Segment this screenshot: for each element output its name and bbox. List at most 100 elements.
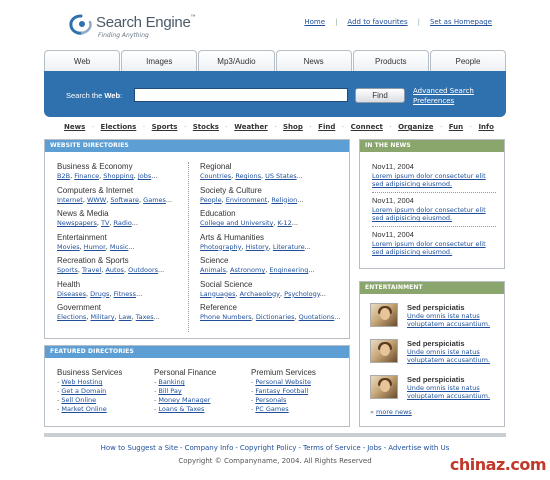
quicknav-stocks[interactable]: Stocks: [193, 123, 219, 131]
news-link[interactable]: Lorem ipsum dolor consectetur elit sed a…: [372, 172, 496, 188]
quicknav-news[interactable]: News: [64, 123, 85, 131]
directory-link-jobs[interactable]: Jobs: [138, 172, 151, 180]
directory-link-outdoors[interactable]: Outdoors: [128, 266, 158, 274]
directory-link-languages[interactable]: Languages: [200, 290, 235, 298]
featured-link-fantasy-football[interactable]: Fantasy Football: [255, 387, 308, 395]
featured-link-market-online[interactable]: Market Online: [61, 405, 106, 413]
directory-link-games[interactable]: Games: [143, 196, 166, 204]
entertainment-link[interactable]: Unde omnis iste natus voluptatem accusan…: [407, 384, 497, 400]
quicknav-sports[interactable]: Sports: [152, 123, 178, 131]
directory-link-engineering[interactable]: Engineering: [269, 266, 308, 274]
tab-mp3-audio[interactable]: Mp3/Audio: [198, 50, 275, 71]
directory-link-travel[interactable]: Travel: [82, 266, 101, 274]
directory-link-military[interactable]: Military: [90, 313, 114, 321]
directory-link-shopping[interactable]: Shopping: [103, 172, 134, 180]
quicknav-weather[interactable]: Weather: [234, 123, 267, 131]
directory-link-psychology[interactable]: Psychology: [284, 290, 320, 298]
featured-link-web-hosting[interactable]: Web Hosting: [61, 378, 102, 386]
directory-link-radio[interactable]: Radio: [114, 219, 132, 227]
entertainment-link[interactable]: Unde omnis iste natus voluptatem accusan…: [407, 312, 497, 328]
featured-link-sell-online[interactable]: Sell Online: [61, 396, 96, 404]
preferences-link[interactable]: Preferences: [413, 96, 474, 106]
directory-link-finance[interactable]: Finance: [74, 172, 99, 180]
featured-link-bill-pay[interactable]: Bill Pay: [158, 387, 181, 395]
person-photo[interactable]: [370, 303, 398, 327]
tab-images[interactable]: Images: [121, 50, 198, 71]
advanced-search-link[interactable]: Advanced Search: [413, 86, 474, 96]
footer-link-company-info[interactable]: Company Info: [185, 444, 234, 452]
directory-link-quotations[interactable]: Quotations: [299, 313, 335, 321]
quicknav-fun[interactable]: Fun: [449, 123, 463, 131]
person-photo[interactable]: [370, 339, 398, 363]
logo[interactable]: Search Engine™ Finding Anything: [68, 12, 208, 42]
directory-link-elections[interactable]: Elections: [57, 313, 86, 321]
featured-link-personals[interactable]: Personals: [255, 396, 286, 404]
quicknav-connect[interactable]: Connect: [351, 123, 383, 131]
featured-link-loans-taxes[interactable]: Loans & Taxes: [158, 405, 204, 413]
directory-link-countries[interactable]: Countries: [200, 172, 231, 180]
directory-link-regions[interactable]: Regions: [235, 172, 261, 180]
quicknav-elections[interactable]: Elections: [101, 123, 137, 131]
news-link[interactable]: Lorem ipsum dolor consectetur elit sed a…: [372, 240, 496, 256]
directory-link-b2b[interactable]: B2B: [57, 172, 70, 180]
directory-link-diseases[interactable]: Diseases: [57, 290, 86, 298]
find-button[interactable]: Find: [355, 88, 405, 103]
quicknav-organize[interactable]: Organize: [398, 123, 433, 131]
footer-link-advertise[interactable]: Advertise with Us: [388, 444, 449, 452]
add-favourites-link[interactable]: Add to favourites: [347, 18, 407, 26]
separator: ...: [131, 219, 138, 227]
directory-link-movies[interactable]: Movies: [57, 243, 80, 251]
featured-link-money-manager[interactable]: Money Manager: [158, 396, 210, 404]
footer-link-terms[interactable]: Terms of Service: [303, 444, 361, 452]
directory-link-software[interactable]: Software: [110, 196, 139, 204]
directory-link-internet[interactable]: Internet: [57, 196, 83, 204]
directory-link-taxes[interactable]: Taxes: [136, 313, 154, 321]
entertainment-link[interactable]: Unde omnis iste natus voluptatem accusan…: [407, 348, 497, 364]
directory-link-www[interactable]: WWW: [87, 196, 106, 204]
quicknav-shop[interactable]: Shop: [283, 123, 303, 131]
directory-link-law[interactable]: Law: [119, 313, 132, 321]
directory-link-religion[interactable]: Religion: [271, 196, 297, 204]
directory-link-photography[interactable]: Photography: [200, 243, 241, 251]
home-link[interactable]: Home: [304, 18, 325, 26]
directory-title: Social Science: [200, 279, 253, 289]
directory-link-literature[interactable]: Literature: [273, 243, 305, 251]
directory-link-autos[interactable]: Autos: [105, 266, 123, 274]
featured-link-pc-games[interactable]: PC Games: [255, 405, 288, 413]
footer-link-suggest[interactable]: How to Suggest a Site: [101, 444, 178, 452]
directory-link-music[interactable]: Music: [110, 243, 129, 251]
directory-link-us-states[interactable]: US States: [265, 172, 297, 180]
directory-link-phone-numbers[interactable]: Phone Numbers: [200, 313, 252, 321]
directory-link-environment[interactable]: Environment: [226, 196, 268, 204]
tab-people[interactable]: People: [429, 50, 507, 71]
quicknav-find[interactable]: Find: [318, 123, 335, 131]
person-photo[interactable]: [370, 375, 398, 399]
directory-link-humor[interactable]: Humor: [84, 243, 106, 251]
directory-link-fitness[interactable]: Fitness: [114, 290, 137, 298]
news-link[interactable]: Lorem ipsum dolor consectetur elit sed a…: [372, 206, 496, 222]
footer-link-copyright[interactable]: Copyright Policy: [240, 444, 297, 452]
footer-link-jobs[interactable]: Jobs: [367, 444, 381, 452]
featured-link-get-a-domain[interactable]: Get a Domain: [61, 387, 106, 395]
directory-link-newspapers[interactable]: Newspapers: [57, 219, 97, 227]
quicknav-info[interactable]: Info: [478, 123, 493, 131]
tab-news[interactable]: News: [275, 50, 352, 71]
more-news-link[interactable]: more news: [376, 408, 412, 416]
directory-link-astronomy[interactable]: Astronomy: [230, 266, 265, 274]
featured-link-personal-website[interactable]: Personal Website: [255, 378, 311, 386]
directory-link-sports[interactable]: Sports: [57, 266, 78, 274]
set-homepage-link[interactable]: Set as Homepage: [430, 18, 492, 26]
search-input[interactable]: [134, 88, 348, 102]
featured-link-banking[interactable]: Banking: [158, 378, 184, 386]
directory-link-dictionaries[interactable]: Dictionaries: [256, 313, 295, 321]
directory-link-archaeology[interactable]: Archaeology: [240, 290, 280, 298]
directory-link-k-12[interactable]: K-12: [278, 219, 292, 227]
directory-link-college-and-university[interactable]: College and University: [200, 219, 273, 227]
tab-products[interactable]: Products: [352, 50, 429, 71]
tab-web[interactable]: Web: [44, 50, 121, 71]
directory-links: Internet, WWW, Software, Games...: [57, 196, 187, 204]
directory-link-history[interactable]: History: [246, 243, 269, 251]
directory-link-people[interactable]: People: [200, 196, 222, 204]
directory-link-animals[interactable]: Animals: [200, 266, 226, 274]
directory-link-drugs[interactable]: Drugs: [90, 290, 109, 298]
